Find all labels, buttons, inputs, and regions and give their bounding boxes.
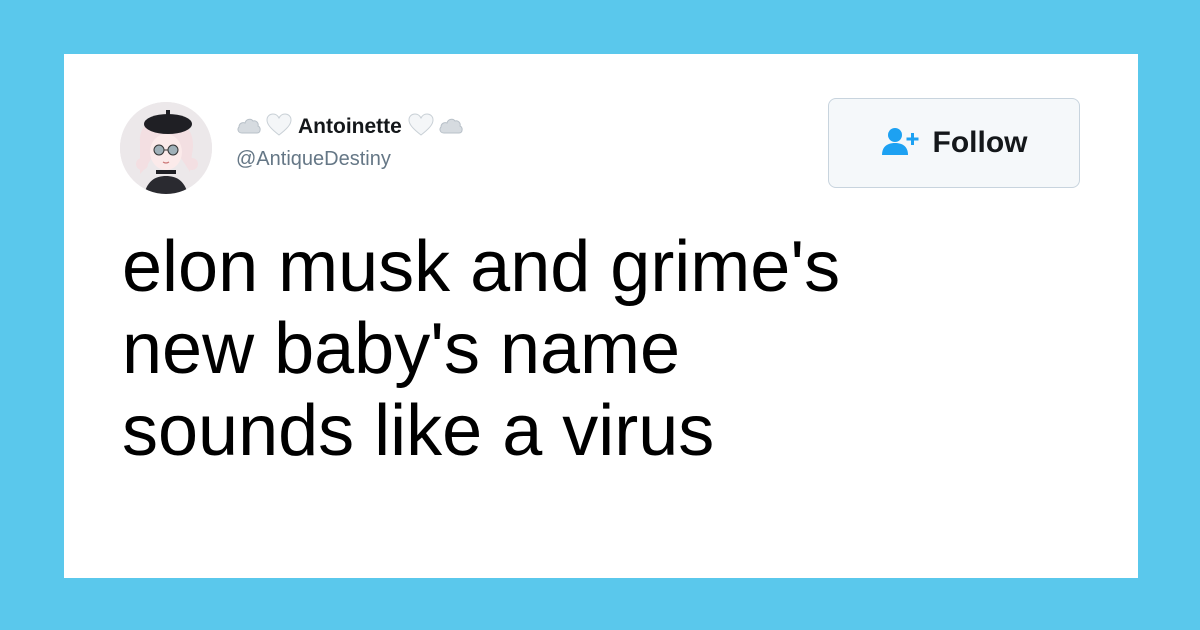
follow-button[interactable]: Follow bbox=[828, 98, 1080, 188]
white-heart-icon bbox=[408, 112, 434, 142]
display-name: Antoinette bbox=[298, 115, 402, 138]
tweet-text: elon musk and grime's new baby's name so… bbox=[122, 227, 841, 471]
user-handle[interactable]: @AntiqueDestiny bbox=[236, 148, 391, 171]
follow-button-label: Follow bbox=[932, 126, 1028, 159]
tweet-card: Antoinette @AntiqueDestiny Follow elon m… bbox=[64, 54, 1138, 578]
follow-person-plus-icon bbox=[881, 126, 921, 161]
anime-avatar-icon bbox=[120, 102, 212, 194]
display-name-row[interactable]: Antoinette bbox=[236, 112, 464, 142]
cloud-icon bbox=[236, 115, 262, 140]
cloud-icon bbox=[438, 115, 464, 140]
avatar[interactable] bbox=[120, 102, 212, 194]
white-heart-icon bbox=[266, 112, 292, 142]
